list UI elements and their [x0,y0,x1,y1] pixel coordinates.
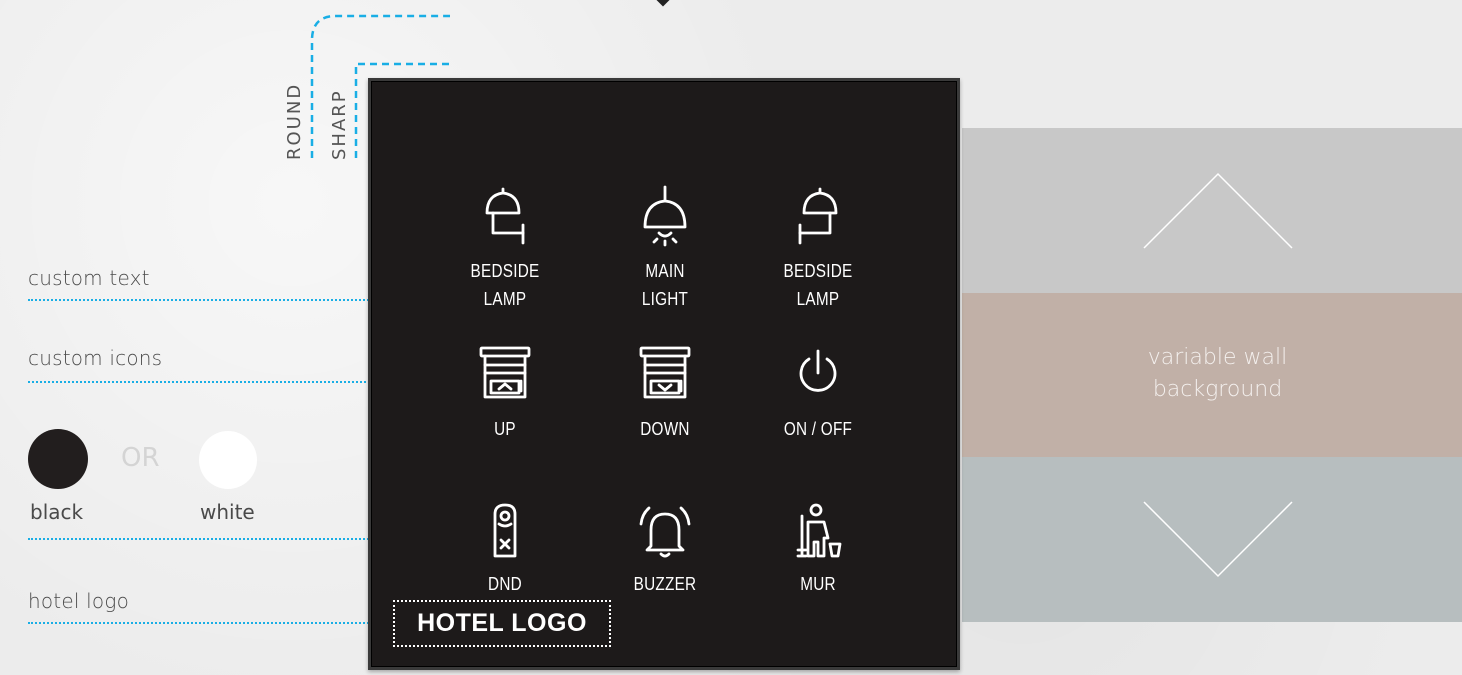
mur-button[interactable]: MUR [748,502,888,598]
sharp-label: SHARP [329,89,350,160]
blind-up-button[interactable]: UP [435,345,575,443]
blind-down-button[interactable]: DOWN [595,345,735,443]
housekeeping-icon [796,503,842,558]
white-swatch [199,431,257,489]
main-light-button[interactable]: MAIN LIGHT [595,185,735,313]
wall-text: variable wall background [1080,342,1355,406]
blind-up-label: UP [494,419,516,439]
wall-text-line2: background [1152,377,1283,402]
white-label: white [200,500,255,524]
buzzer-button[interactable]: BUZZER [595,502,735,598]
top-marker [654,0,672,7]
bedside-lamp-right-line1: BEDSIDE [783,261,853,281]
bell-icon [639,506,691,558]
power-label: ON / OFF [783,419,853,439]
hotel-logo: HOTEL LOGO [393,600,611,647]
bedside-lamp-right-icon [798,187,838,245]
custom-icons-label: custom icons [28,346,163,370]
power-button[interactable]: ON / OFF [748,345,888,443]
dnd-button[interactable]: DND [435,502,575,598]
blind-down-icon [639,346,691,399]
round-label: ROUND [284,82,305,160]
chevron-down-icon [1143,501,1293,578]
power-icon [799,349,837,392]
blind-up-icon [479,346,531,399]
hotel-logo-line [28,622,384,624]
bedside-lamp-left-icon [485,187,525,245]
black-swatch [28,429,88,489]
buzzer-label: BUZZER [633,574,697,594]
main-light-line1: MAIN [645,261,685,281]
bedside-lamp-left-line1: BEDSIDE [470,261,540,281]
wall-text-line1: variable wall [1147,345,1288,370]
or-label: OR [121,443,160,473]
bedside-lamp-left-button[interactable]: BEDSIDE LAMP [435,185,575,313]
bedside-lamp-right-button[interactable]: BEDSIDE LAMP [748,185,888,313]
black-label: black [30,500,84,524]
chevron-up-icon [1143,172,1293,249]
door-hanger-icon [493,503,517,558]
hotel-logo-label: hotel logo [28,589,130,613]
blind-down-label: DOWN [640,419,690,439]
main-light-line2: LIGHT [641,289,689,309]
color-line [28,538,404,540]
mur-label: MUR [800,574,836,594]
custom-text-label: custom text [28,266,150,290]
dnd-label: DND [488,574,522,594]
bedside-lamp-left-line2: LAMP [483,289,527,309]
ceiling-lamp-icon [643,185,687,247]
bedside-lamp-right-line2: LAMP [796,289,840,309]
